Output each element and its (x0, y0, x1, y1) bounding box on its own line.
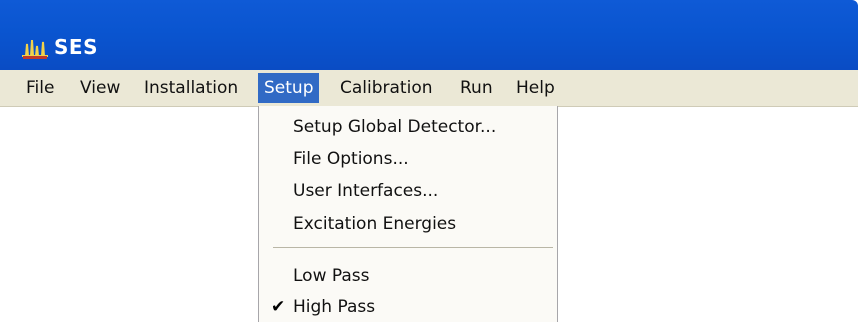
ses-app-icon (22, 39, 48, 59)
app-title: SES (54, 35, 98, 59)
user-interfaces-item[interactable]: User Interfaces... (259, 177, 557, 205)
menu-separator (273, 247, 553, 248)
low-pass-item[interactable]: Low Pass (259, 262, 557, 290)
high-pass-item[interactable]: ✔ High Pass (259, 293, 557, 321)
menu-bar: File View Installation Setup Calibration… (0, 70, 858, 107)
menu-installation[interactable]: Installation (138, 73, 244, 103)
menu-file[interactable]: File (20, 73, 60, 103)
setup-global-detector-item[interactable]: Setup Global Detector... (259, 113, 557, 141)
menu-calibration[interactable]: Calibration (334, 73, 439, 103)
setup-dropdown-menu: Setup Global Detector... File Options...… (258, 106, 558, 322)
menu-setup[interactable]: Setup (258, 73, 320, 103)
file-options-item[interactable]: File Options... (259, 145, 557, 173)
menu-run[interactable]: Run (454, 73, 499, 103)
title-bar[interactable]: SES (0, 0, 858, 70)
high-pass-label: High Pass (293, 297, 376, 317)
menu-help[interactable]: Help (510, 73, 561, 103)
menu-view[interactable]: View (74, 73, 126, 103)
excitation-energies-item[interactable]: Excitation Energies (259, 210, 557, 238)
checkmark-icon: ✔ (271, 297, 286, 317)
